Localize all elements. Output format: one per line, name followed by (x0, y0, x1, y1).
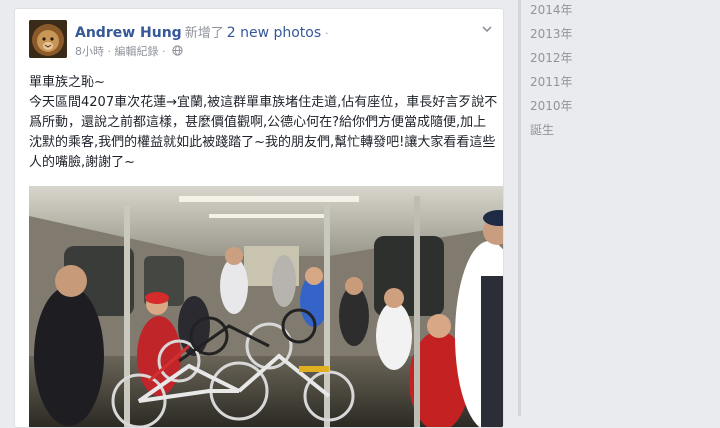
photos-link[interactable]: 2 new photos (227, 25, 321, 41)
post-title-line: 單車族之恥~ (29, 75, 105, 90)
post-card: Andrew Hung 新增了 2 new photos · 8小時 · 編輯紀錄 ·… (14, 8, 504, 428)
edit-history-link[interactable]: 編輯紀錄 (115, 45, 159, 58)
timeline-year-2013[interactable]: 2013年 (530, 24, 573, 48)
post-meta: 8小時 · 編輯紀錄 · (75, 43, 183, 59)
timeline-divider (518, 0, 521, 416)
author-name[interactable]: Andrew Hung (75, 25, 182, 41)
timeline-year-2012[interactable]: 2012年 (530, 48, 573, 72)
lion-avatar-image (29, 20, 67, 58)
post-action: 新增了 (184, 26, 224, 41)
meta-separator: · (162, 45, 166, 58)
globe-icon[interactable] (172, 45, 183, 56)
post-photo[interactable] (29, 186, 503, 427)
meta-separator: · (107, 45, 112, 58)
timeline-year-list: 2014年 2013年 2012年 2011年 2010年 誕生 (530, 0, 573, 144)
timeline-year-2011[interactable]: 2011年 (530, 72, 573, 96)
timeline-year-2014[interactable]: 2014年 (530, 0, 573, 24)
header-separator: · (325, 27, 329, 40)
timeline-year-2010[interactable]: 2010年 (530, 96, 573, 120)
timeline-born[interactable]: 誕生 (530, 120, 573, 144)
post-body-text: 今天區間4207車次花蓮→宜蘭,被這群單車族堵住走道,佔有座位，車長好言歹說不爲… (29, 95, 498, 170)
post-header: Andrew Hung 新增了 2 new photos · (75, 22, 329, 41)
train-bicycles-photo (29, 186, 503, 427)
post-time[interactable]: 8小時 (75, 45, 104, 58)
avatar[interactable] (29, 20, 67, 58)
chevron-down-icon[interactable] (481, 23, 493, 35)
post-body: 單車族之恥~ 今天區間4207車次花蓮→宜蘭,被這群單車族堵住走道,佔有座位，車… (29, 73, 499, 173)
